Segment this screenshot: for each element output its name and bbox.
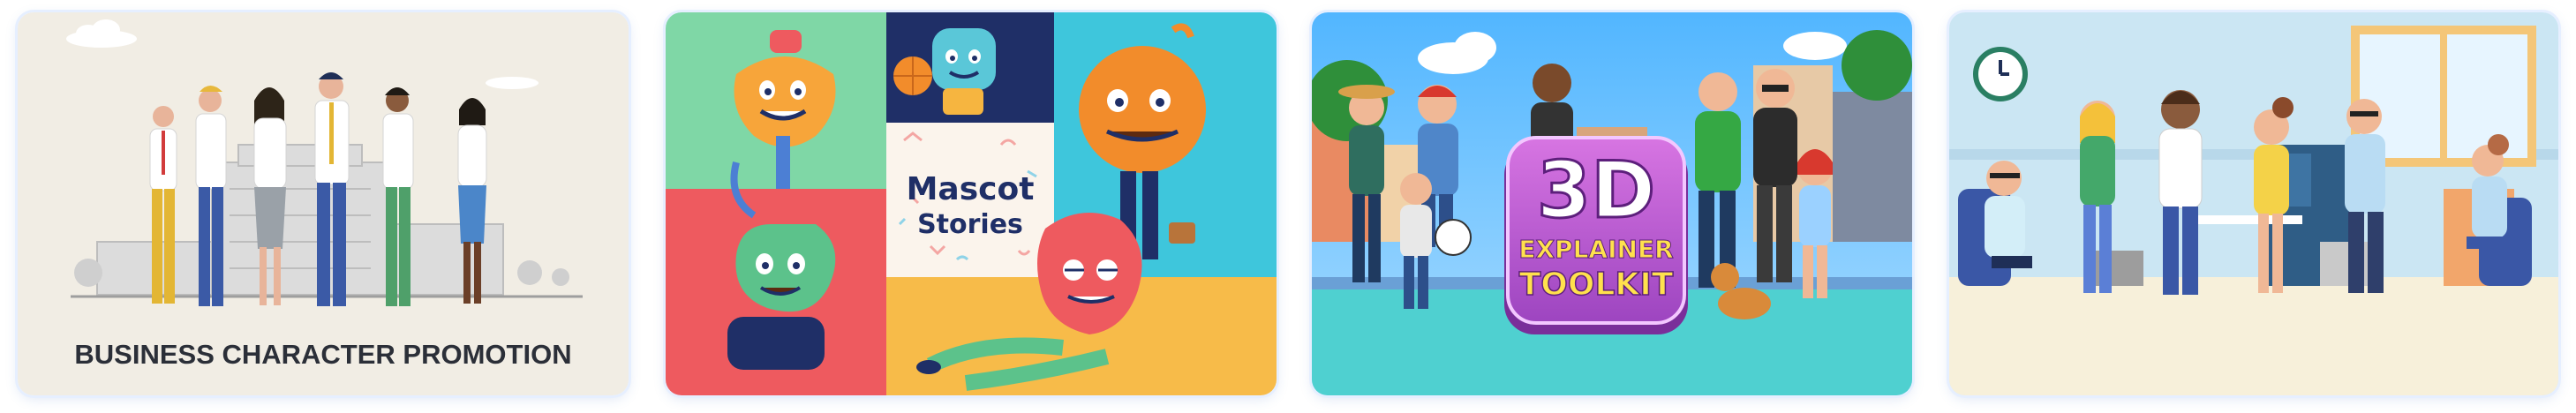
- card-mascot-stories[interactable]: Mascot Stories: [666, 12, 1277, 395]
- card-mascot-title-line1: Mascot: [907, 171, 1035, 207]
- badge-explainer-text: EXPLAINER: [1518, 235, 1673, 264]
- card-business-thumbnail: BUSINESS CHARACTER PROMOTION: [18, 12, 629, 395]
- card-3d-thumbnail: 3D EXPLAINER TOOLKIT: [1312, 12, 1912, 395]
- badge-toolkit-text: TOOLKIT: [1519, 267, 1674, 303]
- card-office-team[interactable]: [1949, 12, 2558, 395]
- card-office-thumbnail: [1949, 12, 2558, 395]
- card-business-character-promotion[interactable]: BUSINESS CHARACTER PROMOTION: [18, 12, 629, 395]
- template-gallery-strip: BUSINESS CHARACTER PROMOTION Mascot Stor…: [0, 0, 2576, 413]
- card-3d-explainer-toolkit[interactable]: 3D EXPLAINER TOOLKIT: [1312, 12, 1912, 395]
- card-mascot-title-line2: Stories: [917, 209, 1023, 240]
- 3d-explainer-badge: 3D EXPLAINER TOOLKIT: [1504, 136, 1688, 334]
- badge-3d-text: 3D: [1537, 145, 1655, 236]
- clock-icon: [1973, 47, 2028, 101]
- card-mascot-thumbnail: Mascot Stories: [666, 12, 1277, 395]
- card-business-caption: BUSINESS CHARACTER PROMOTION: [74, 339, 571, 370]
